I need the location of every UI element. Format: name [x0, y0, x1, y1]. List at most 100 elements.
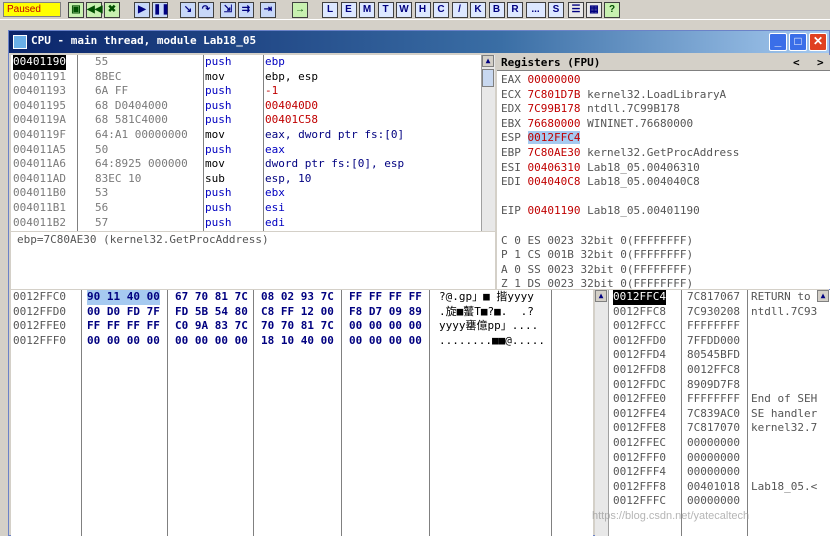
chevron-left-icon[interactable]: <: [793, 55, 800, 71]
operand: dword ptr fs:[0], esp: [265, 157, 405, 171]
register-comment: 32bit 0(FFFFFFFF): [580, 277, 694, 289]
register-line[interactable]: EDI 004040C8 Lab18_05.004040C8: [501, 175, 700, 190]
toolbar-button-11[interactable]: ...: [525, 2, 546, 18]
disasm-row[interactable]: 004011A5 50 push eax: [11, 143, 495, 158]
disasm-row[interactable]: 00401191 8BEC mov ebp, esp: [11, 70, 495, 85]
goto-icon[interactable]: →: [292, 2, 308, 18]
open-icon[interactable]: ▣: [68, 2, 84, 18]
stack-row[interactable]: 0012FFDC 8909D7F8: [595, 378, 830, 393]
toolbar-button-5[interactable]: H: [414, 2, 431, 18]
stack-row[interactable]: 0012FFD0 7FFDD000: [595, 334, 830, 349]
toolbar-button-4[interactable]: W: [396, 2, 412, 18]
register-value[interactable]: 00000000: [528, 73, 581, 86]
step-into-icon[interactable]: ↘: [180, 2, 196, 18]
memory-dump-pane[interactable]: 0012FFC0 90 11 40 00 67 70 81 7C 08 02 93 7…: [11, 290, 593, 536]
step-over-icon[interactable]: ↷: [198, 2, 214, 18]
register-line[interactable]: EDX 7C99B178 ntdll.7C99B178: [501, 102, 680, 117]
stack-row[interactable]: 0012FFC8 7C930208 ntdll.7C93: [595, 305, 830, 320]
disassembly-pane[interactable]: 00401190 55 push ebp 00401191 8BEC mov ebp, esp…: [11, 55, 495, 231]
toolbar-button-1[interactable]: E: [340, 2, 357, 18]
stack-row[interactable]: 0012FFEC 00000000: [595, 436, 830, 451]
maximize-button[interactable]: □: [789, 33, 807, 51]
list-icon[interactable]: ☰: [568, 2, 584, 18]
help-icon[interactable]: ?: [604, 2, 620, 18]
register-value[interactable]: 004040C8: [528, 175, 581, 188]
stack-row[interactable]: 0012FFD8 0012FFC8: [595, 363, 830, 378]
toolbar-button-2[interactable]: M: [359, 2, 375, 18]
register-value[interactable]: ES 0023: [528, 234, 574, 247]
rewind-icon[interactable]: ◀◀: [86, 2, 102, 18]
stack-row[interactable]: 0012FFD4 80545BFD: [595, 348, 830, 363]
register-line[interactable]: EAX 00000000: [501, 73, 587, 88]
stack-row[interactable]: 0012FFF8 00401018 Lab18_05.<: [595, 480, 830, 495]
scroll-up-icon[interactable]: ▲: [482, 55, 494, 67]
register-line[interactable]: EBX 76680000 WININET.76680000: [501, 117, 693, 132]
disasm-row[interactable]: 004011AD 83EC 10 sub esp, 10: [11, 172, 495, 187]
registers-header[interactable]: Registers (FPU) < >: [497, 55, 830, 71]
trace-into-icon[interactable]: ⇲: [220, 2, 236, 18]
register-value[interactable]: 76680000: [528, 117, 581, 130]
disasm-row[interactable]: 004011B2 57 push edi: [11, 216, 495, 231]
disasm-row[interactable]: 004011B0 53 push ebx: [11, 186, 495, 201]
register-line[interactable]: ECX 7C801D7B kernel32.LoadLibraryA: [501, 88, 726, 103]
disasm-row[interactable]: 00401190 55 push ebp: [11, 55, 495, 70]
toolbar-button-3[interactable]: T: [377, 2, 394, 18]
register-line[interactable]: ESI 00406310 Lab18_05.00406310: [501, 161, 700, 176]
mnemonic: push: [205, 113, 232, 127]
stack-row[interactable]: 0012FFF4 00000000: [595, 465, 830, 480]
toolbar-button-9[interactable]: B: [488, 2, 505, 18]
close-button[interactable]: ✕: [809, 33, 827, 51]
toolbar-button-7[interactable]: /: [451, 2, 468, 18]
stack-row[interactable]: 0012FFC4 7C817067 RETURN to: [595, 290, 830, 305]
register-line[interactable]: C 0 ES 0023 32bit 0(FFFFFFFF): [501, 234, 693, 249]
disasm-row[interactable]: 004011A6 64:8925 000000 mov dword ptr fs:[0…: [11, 157, 495, 172]
disasm-scrollbar[interactable]: ▲: [481, 55, 495, 231]
register-line[interactable]: P 1 CS 001B 32bit 0(FFFFFFFF): [501, 248, 693, 263]
toolbar-button-10[interactable]: R: [507, 2, 523, 18]
chevron-right-icon[interactable]: >: [817, 55, 824, 71]
register-value[interactable]: 00406310: [528, 161, 581, 174]
register-line[interactable]: ESP 0012FFC4: [501, 131, 587, 146]
disasm-row[interactable]: 00401193 6A FF push -1: [11, 84, 495, 99]
trace-over-icon[interactable]: ⇉: [238, 2, 254, 18]
register-value[interactable]: 0012FFC4: [527, 131, 581, 145]
register-value[interactable]: 7C80AE30: [528, 146, 581, 159]
register-line[interactable]: EBP 7C80AE30 kernel32.GetProcAddress: [501, 146, 739, 161]
minimize-button[interactable]: _: [769, 33, 787, 51]
stack-row[interactable]: 0012FFCC FFFFFFFF: [595, 319, 830, 334]
stack-row[interactable]: 0012FFFC 00000000: [595, 494, 830, 509]
dump-row[interactable]: 0012FFE0 FF FF FF FF C0 9A 83 7C 70 70 81 7…: [11, 319, 593, 334]
register-value[interactable]: 7C801D7B: [528, 88, 581, 101]
stack-pane[interactable]: ▲ ▲ 0012FFC4 7C817067 RETURN to 0012FFC8 7C9…: [595, 290, 830, 536]
execute-till-return-icon[interactable]: ⇥: [260, 2, 276, 18]
run-icon[interactable]: ▶: [134, 2, 150, 18]
register-value[interactable]: SS 0023: [528, 263, 574, 276]
disasm-row[interactable]: 004011B1 56 push esi: [11, 201, 495, 216]
register-value[interactable]: CS 001B: [528, 248, 574, 261]
stack-row[interactable]: 0012FFE8 7C817070 kernel32.7: [595, 421, 830, 436]
stack-row[interactable]: 0012FFF0 00000000: [595, 451, 830, 466]
stack-row[interactable]: 0012FFE4 7C839AC0 SE handler: [595, 407, 830, 422]
register-value[interactable]: 7C99B178: [528, 102, 581, 115]
register-value[interactable]: DS 0023: [528, 277, 574, 289]
disasm-row[interactable]: 0040119F 64:A1 00000000 mov eax, dword ptr …: [11, 128, 495, 143]
dump-row[interactable]: 0012FFF0 00 00 00 00 00 00 00 00 18 10 40 0…: [11, 334, 593, 349]
toolbar-button-12[interactable]: S: [548, 2, 564, 18]
disasm-row[interactable]: 0040119A 68 581C4000 push 00401C58: [11, 113, 495, 128]
close-process-icon[interactable]: ✖: [104, 2, 120, 18]
register-line[interactable]: Z 1 DS 0023 32bit 0(FFFFFFFF): [501, 277, 693, 289]
stack-row[interactable]: 0012FFE0 FFFFFFFF End of SEH: [595, 392, 830, 407]
pause-icon[interactable]: ❚❚: [152, 2, 170, 18]
scroll-thumb[interactable]: [482, 69, 494, 87]
disasm-row[interactable]: 00401195 68 D0404000 push 004040D0: [11, 99, 495, 114]
register-value[interactable]: 00401190: [528, 204, 581, 217]
register-line[interactable]: A 0 SS 0023 32bit 0(FFFFFFFF): [501, 263, 693, 278]
register-line[interactable]: EIP 00401190 Lab18_05.00401190: [501, 204, 700, 219]
toolbar-button-6[interactable]: C: [433, 2, 449, 18]
dump-row[interactable]: 0012FFD0 00 D0 FD 7F FD 5B 54 80 C8 FF 12 0…: [11, 305, 593, 320]
grid-icon[interactable]: ▦: [586, 2, 602, 18]
toolbar-button-0[interactable]: L: [322, 2, 338, 18]
toolbar-button-8[interactable]: K: [470, 2, 486, 18]
registers-pane[interactable]: Registers (FPU) < > EAX 00000000 ECX 7C8…: [497, 55, 830, 289]
dump-row[interactable]: 0012FFC0 90 11 40 00 67 70 81 7C 08 02 93 7…: [11, 290, 593, 305]
